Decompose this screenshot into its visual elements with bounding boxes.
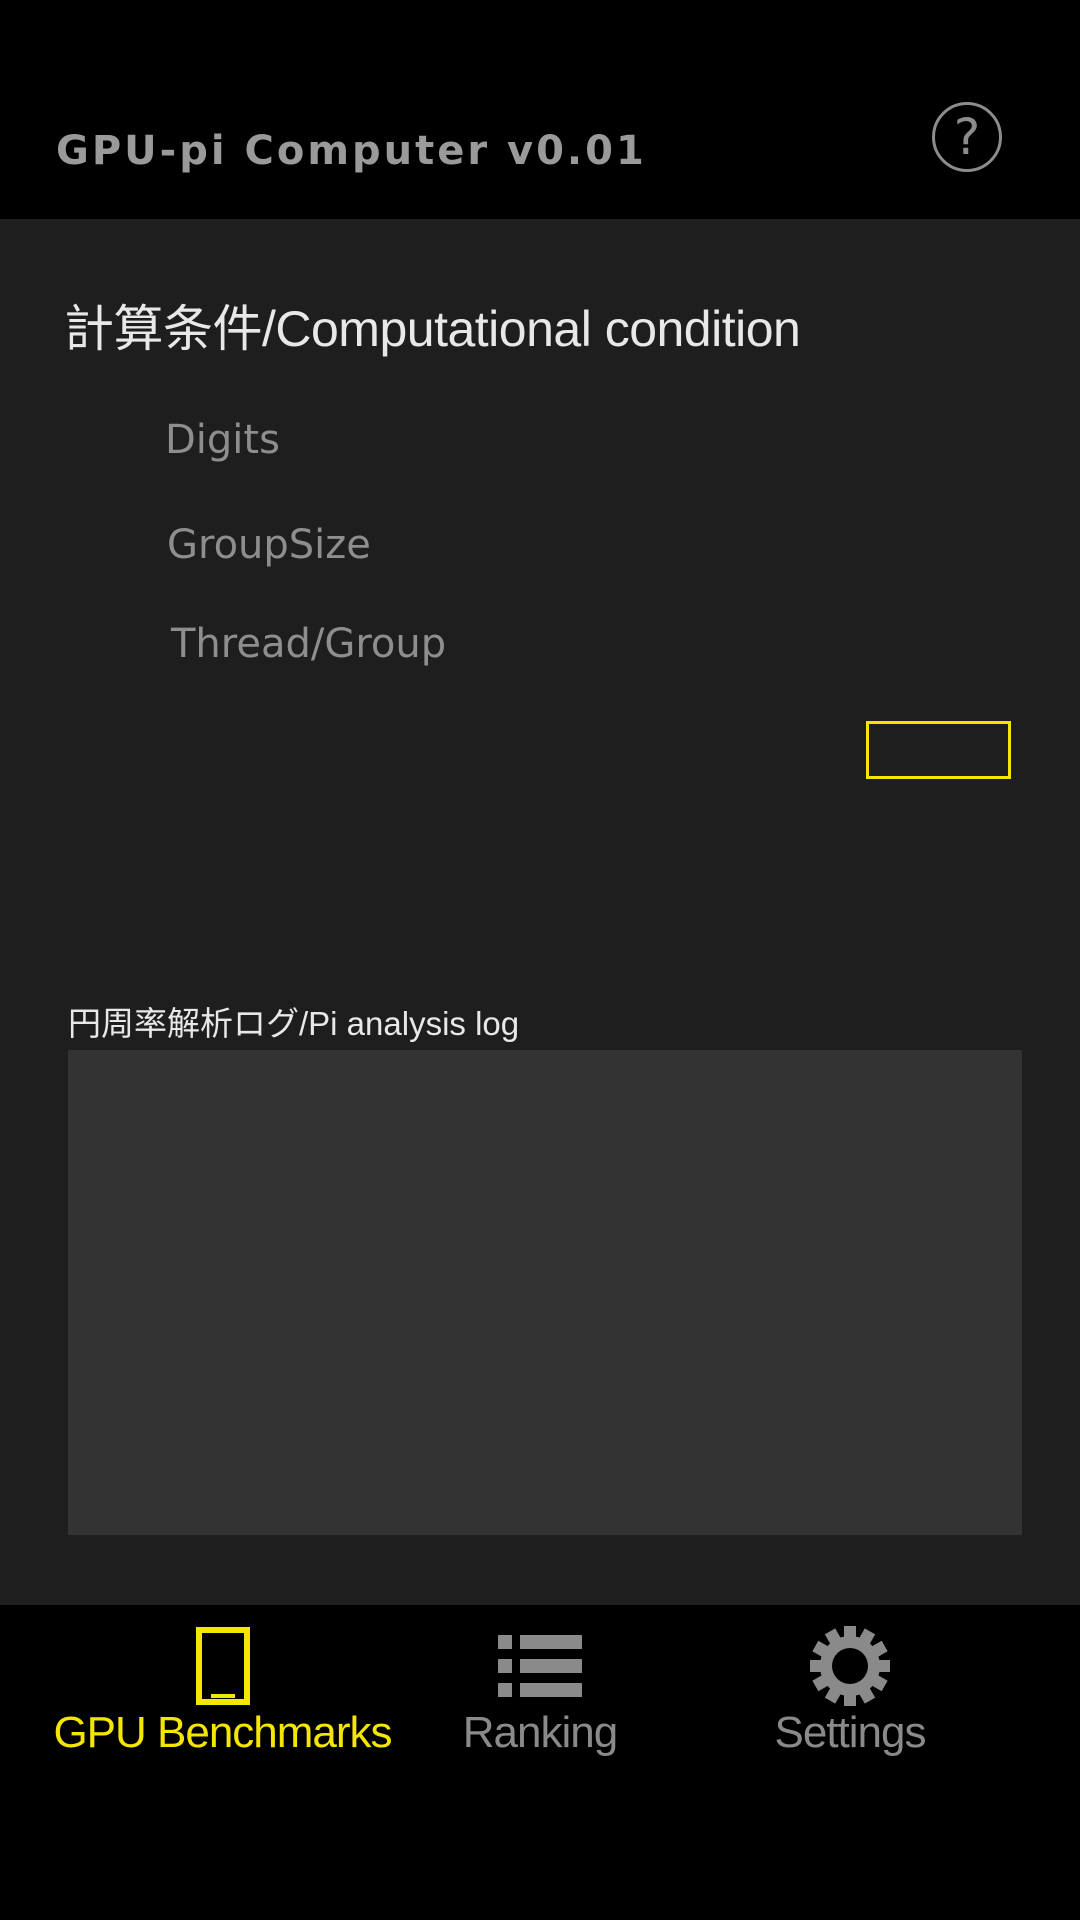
- tab-gpu-benchmarks[interactable]: GPU Benchmarks: [40, 1605, 405, 1765]
- question-circle-icon: ?: [953, 108, 981, 166]
- gear-icon: [809, 1626, 891, 1706]
- tab-settings-label: Settings: [774, 1708, 927, 1757]
- bottom-tab-bar: GPU Benchmarks Ranking Settings: [0, 1605, 1080, 1920]
- tab-settings[interactable]: Settings: [700, 1605, 1000, 1765]
- condition-section-title: 計算条件/Computational condition: [64, 301, 801, 357]
- app-header: GPU-pi Computer v0.01 ?: [0, 0, 1080, 219]
- phone-icon: [195, 1626, 251, 1706]
- help-button[interactable]: ?: [932, 102, 1002, 172]
- start-button[interactable]: [866, 721, 1011, 779]
- app-title: GPU-pi Computer v0.01: [56, 128, 647, 174]
- list-icon: [498, 1626, 582, 1706]
- log-section-title: 円周率解析ログ/Pi analysis log: [68, 1005, 520, 1042]
- tab-ranking[interactable]: Ranking: [390, 1605, 690, 1765]
- thread-group-label: Thread/Group: [171, 621, 447, 667]
- main-content: 計算条件/Computational condition Digits Grou…: [0, 219, 1080, 1605]
- tab-gpu-benchmarks-label: GPU Benchmarks: [53, 1708, 392, 1757]
- pi-analysis-log[interactable]: [68, 1050, 1022, 1535]
- tab-ranking-label: Ranking: [462, 1708, 618, 1757]
- groupsize-label: GroupSize: [167, 522, 371, 568]
- digits-label: Digits: [165, 417, 280, 463]
